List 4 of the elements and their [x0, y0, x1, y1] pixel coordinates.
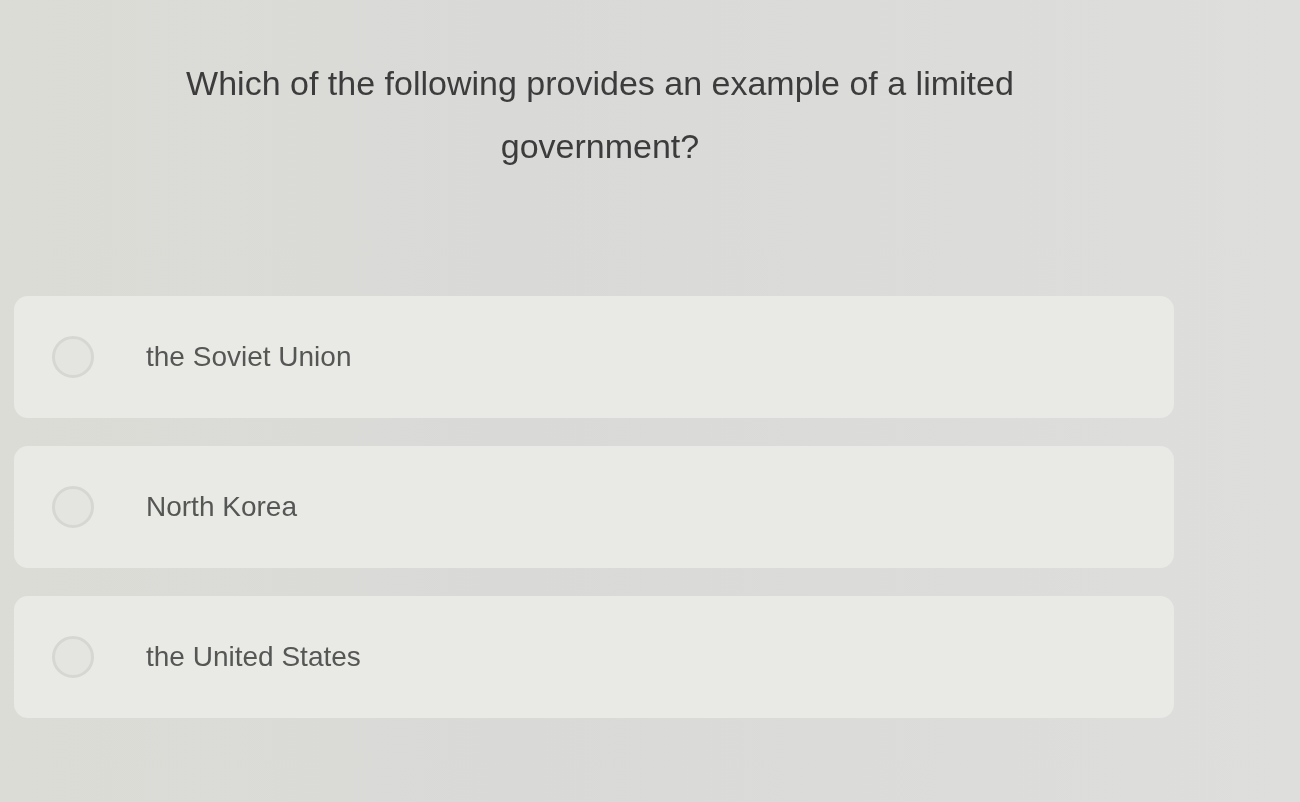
answer-option[interactable]: North Korea	[14, 445, 1174, 568]
answer-option[interactable]: the United States	[14, 595, 1174, 718]
question-text: Which of the following provides an example of a limited government?	[185, 63, 1015, 167]
answer-option[interactable]: the Soviet Union	[14, 295, 1174, 418]
